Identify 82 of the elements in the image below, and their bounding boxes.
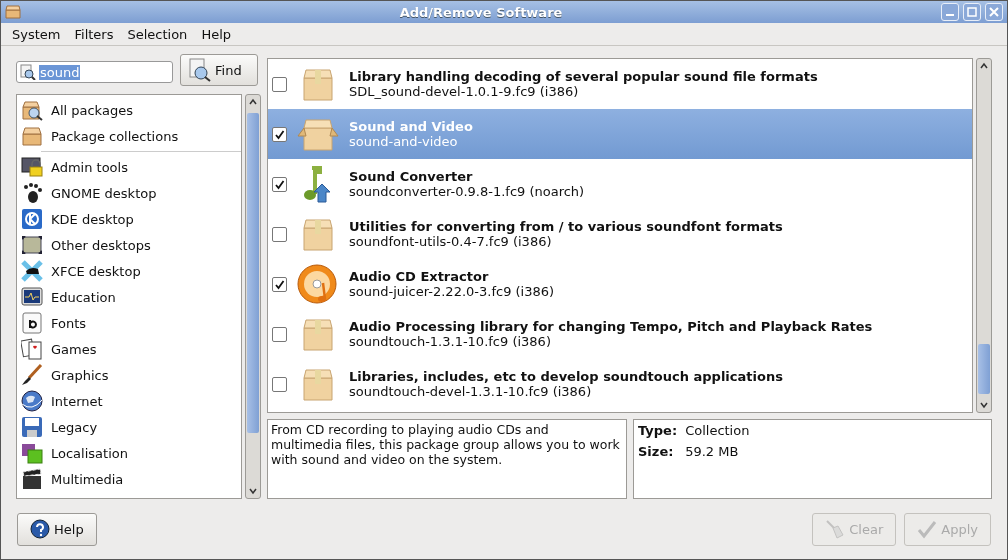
package-row[interactable]: Libraries, includes, etc to develop soundtouch applications soundtouch-devel-1.3.1-10.fc9 (i386) <box>268 359 972 409</box>
minimize-icon <box>946 14 954 16</box>
letters-icon <box>21 312 43 334</box>
category-item[interactable]: Graphics <box>17 362 241 388</box>
package-row[interactable]: Library handling decoding of several popular sound file formats SDL_sound-devel-1.0.1-9.fc9 (i386) <box>268 59 972 109</box>
globe-icon <box>21 390 43 412</box>
category-item[interactable]: Localisation <box>17 440 241 466</box>
scrollbar[interactable] <box>245 94 261 499</box>
checkmark-icon <box>917 519 938 539</box>
category-item[interactable]: Legacy <box>17 414 241 440</box>
broom-icon <box>825 519 846 539</box>
category-item[interactable]: GNOME desktop <box>17 180 241 206</box>
footprint-icon <box>21 182 43 204</box>
playing-cards-icon <box>21 338 43 360</box>
category-item[interactable]: KDE desktop <box>17 206 241 232</box>
package-row[interactable]: Audio Processing library for changing Tempo, Pitch and Playback Rates soundtouch-1.3.1-10.fc9 (i386) <box>268 309 972 359</box>
category-item[interactable]: Multimedia <box>17 466 241 492</box>
menu-item[interactable]: Selection <box>120 24 195 44</box>
package-title: Sound Converter <box>349 169 474 184</box>
desktop-screen-icon <box>21 234 43 256</box>
package-title: Audio Processing library for changing Tempo, Pitch and Playback Rates <box>349 319 873 334</box>
package-row[interactable]: Sound Converter soundconverter-0.9.8-1.fc9 (noarch) <box>268 159 972 209</box>
package-name: soundfont-utils-0.4-7.fc9 (i386) <box>349 234 553 249</box>
clapperboard-icon <box>21 468 43 490</box>
close-button[interactable] <box>985 3 1003 21</box>
package-name: soundtouch-1.3.1-10.fc9 (i386) <box>349 334 552 349</box>
checkbox[interactable] <box>272 76 287 92</box>
box-icon <box>5 5 21 19</box>
category-item[interactable]: Other desktops <box>17 232 241 258</box>
package-title: Utilities for converting from / to various soundfont formats <box>349 219 783 234</box>
category-item[interactable]: Admin tools <box>17 154 241 180</box>
package-name: sound-and-video <box>349 134 459 149</box>
detail-value: 59.2 MB <box>685 444 740 459</box>
category-item[interactable]: Fonts <box>17 310 241 336</box>
category-item[interactable]: Education <box>17 284 241 310</box>
paintbrush-icon <box>21 364 43 386</box>
scrollbar-thumb[interactable] <box>247 113 259 433</box>
window-title: Add/Remove Software <box>398 4 564 20</box>
category-item[interactable]: All packages <box>17 97 241 123</box>
detail-value: Collection <box>685 423 751 438</box>
scrollbar[interactable] <box>976 58 992 413</box>
category-item[interactable]: XFCE desktop <box>17 258 241 284</box>
minimize-button[interactable] <box>941 3 959 21</box>
menu-item[interactable]: System <box>5 24 68 44</box>
package-title: Library handling decoding of several popular sound file formats <box>349 69 818 84</box>
checkbox[interactable] <box>272 226 287 242</box>
disc-icon <box>297 263 339 305</box>
category-item[interactable]: Package collections <box>17 123 241 149</box>
package-row[interactable]: Audio CD Extractor sound-juicer-2.22.0-3.fc9 (i386) <box>268 259 972 309</box>
checkbox[interactable] <box>272 376 287 392</box>
maximize-icon <box>967 7 977 17</box>
package-title: Audio CD Extractor <box>349 269 490 284</box>
scrollbar-thumb[interactable] <box>978 344 990 394</box>
menu-item[interactable]: Filters <box>67 24 121 44</box>
help-icon <box>30 519 50 539</box>
package-name: soundconverter-0.9.8-1.fc9 (noarch) <box>349 184 585 199</box>
checkbox[interactable] <box>272 276 287 292</box>
checkbox[interactable] <box>272 326 287 342</box>
chart-screen-icon <box>21 286 43 308</box>
package-title: Sound and Video <box>349 119 473 134</box>
package-title: Libraries, includes, etc to develop soundtouch applications <box>349 369 783 384</box>
category-item[interactable]: Games <box>17 336 241 362</box>
monitor-lock-icon <box>21 156 43 178</box>
detail-label: Size: <box>638 444 675 459</box>
checkbox[interactable] <box>272 176 287 192</box>
checkbox[interactable] <box>272 126 287 142</box>
package-name: soundtouch-devel-1.3.1-10.fc9 (i386) <box>349 384 593 399</box>
find-button[interactable]: Find <box>180 54 258 86</box>
mouse-x-icon <box>21 260 43 282</box>
search-icon <box>189 58 211 82</box>
box-icon <box>21 125 43 147</box>
category-item[interactable]: Internet <box>17 388 241 414</box>
detail-label: Type: <box>638 423 678 438</box>
search-icon <box>20 64 36 80</box>
package-name: sound-juicer-2.22.0-3.fc9 (i386) <box>349 284 555 299</box>
menu-item[interactable]: Help <box>194 24 238 44</box>
close-icon <box>989 7 999 17</box>
description-text: From CD recording to playing audio CDs and multimedia files, this package group allows you to work with sound and video on the system. <box>267 419 627 499</box>
box-search-icon <box>21 99 43 121</box>
package-row[interactable]: Utilities for converting from / to various soundfont formats soundfont-utils-0.4-7.fc9 (i386) <box>268 209 972 259</box>
help-button[interactable]: Help <box>17 512 97 546</box>
package-name: SDL_sound-devel-1.0.1-9.fc9 (i386) <box>349 84 580 99</box>
